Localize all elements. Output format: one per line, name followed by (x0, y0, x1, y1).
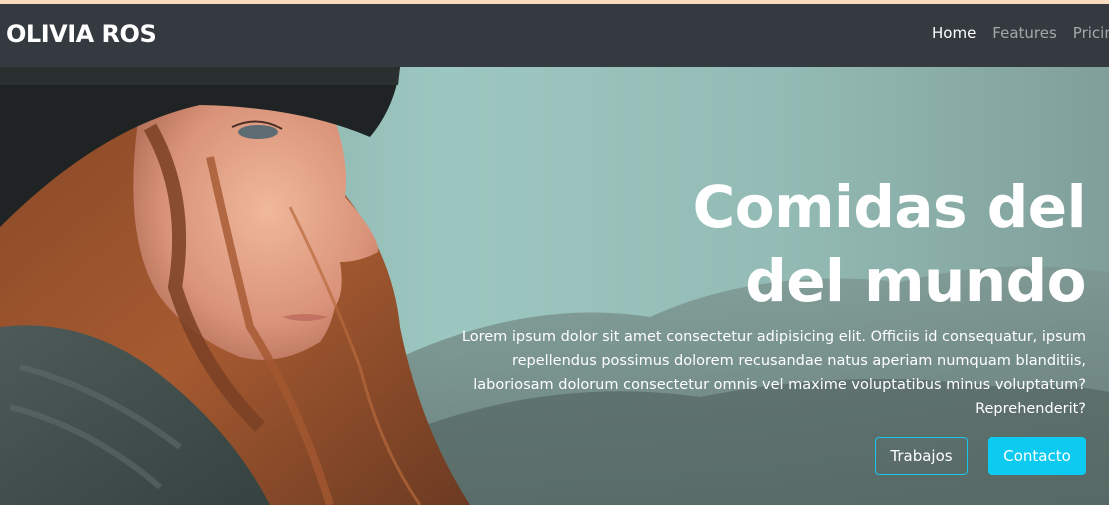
nav-link-features[interactable]: Features (992, 22, 1057, 44)
hero-section: Comidas del del mundo Lorem ipsum dolor … (0, 67, 1109, 505)
hero-title-line-1: Comidas del (692, 173, 1087, 241)
nav-links: Home Features Pricing (932, 22, 1109, 44)
contacto-button[interactable]: Contacto (988, 437, 1086, 475)
hero-title: Comidas del del mundo (526, 170, 1087, 318)
brand-logo[interactable]: OLIVIA ROS (6, 18, 157, 50)
nav-link-home[interactable]: Home (932, 22, 976, 44)
hero-description: Lorem ipsum dolor sit amet consectetur a… (461, 329, 1086, 417)
page: OLIVIA ROS Home Features Pricing (0, 0, 1109, 505)
navbar: OLIVIA ROS Home Features Pricing (0, 4, 1109, 67)
nav-link-pricing[interactable]: Pricing (1073, 22, 1109, 44)
trabajos-button[interactable]: Trabajos (875, 437, 968, 475)
hero-title-line-2: del mundo (745, 247, 1086, 315)
